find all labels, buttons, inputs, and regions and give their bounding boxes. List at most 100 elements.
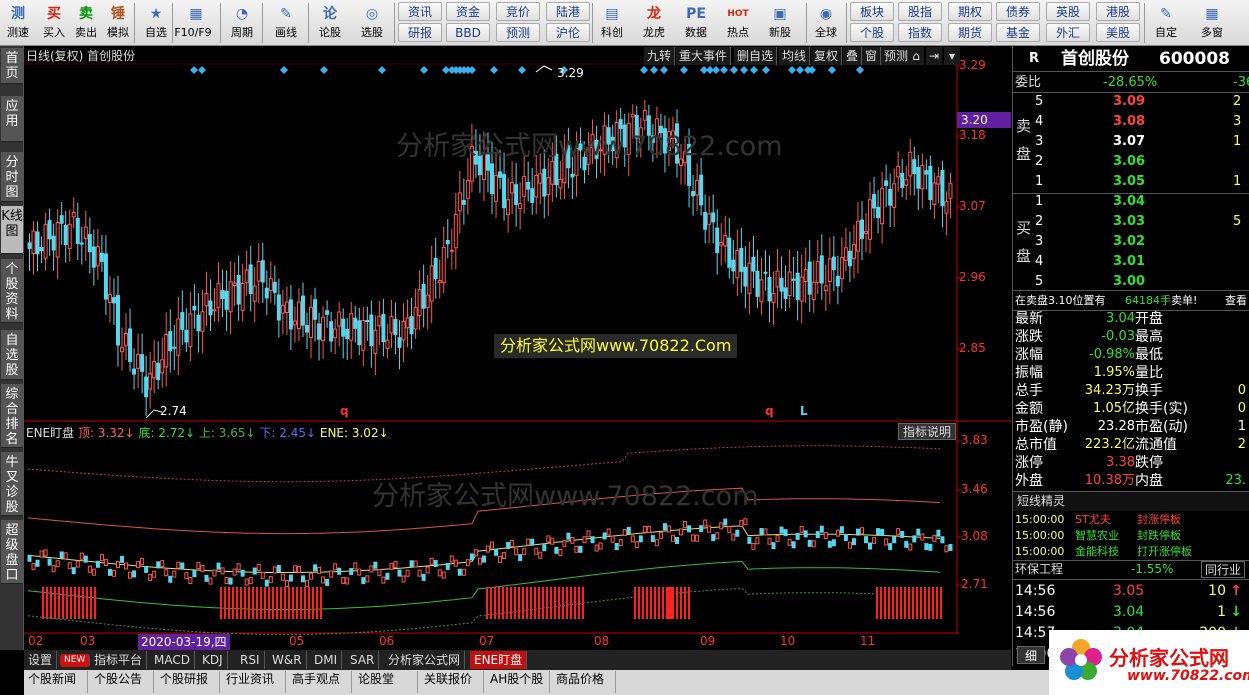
kline-chart-area[interactable]: 日线(复权) 首创股份 九转 重大事件 删自选 均线 复权叠窗预测 ⌂ ⇥ ▾ 分析家公式网w… <box>24 46 1011 650</box>
indicator-tab-1[interactable]: NEW <box>60 654 91 667</box>
chart-button-2[interactable]: 删自选 <box>734 47 778 65</box>
chart-button-0[interactable]: 九转 <box>644 47 676 65</box>
sell-row-4[interactable]: 1 3.05 1 <box>1013 172 1249 191</box>
mini-candle-93 <box>401 575 406 583</box>
test-button[interactable]: 测测速 <box>2 2 34 44</box>
left-tab-5[interactable]: 自选股 <box>1 330 23 380</box>
news-tab-1[interactable]: 个股公告 <box>90 671 154 693</box>
mini-candle-48 <box>220 567 225 575</box>
left-tab-7[interactable]: 牛叉诊股 <box>1 452 23 516</box>
buy-row-0[interactable]: 1 3.04 <box>1013 192 1249 211</box>
quick-button-1[interactable]: 资金 <box>446 2 490 21</box>
left-tab-4[interactable]: 个股资料 <box>1 259 23 323</box>
left-tab-6[interactable]: 综合排名 <box>1 384 23 448</box>
indicator-tab-4[interactable]: KDJ <box>198 651 228 669</box>
quick-button-4[interactable]: 研报 <box>398 23 442 42</box>
news-tab-3[interactable]: 行业资讯 <box>222 671 286 693</box>
indicator-tab-8[interactable]: SAR <box>346 651 380 669</box>
chart-button-5[interactable]: 叠 <box>843 47 863 65</box>
buy-row-2[interactable]: 3 3.02 <box>1013 232 1249 251</box>
menu-icon[interactable]: ▾ <box>944 47 960 65</box>
sell-row-3[interactable]: 2 3.06 <box>1013 152 1249 171</box>
multiwin-button[interactable]: ▦ 多窗 <box>1196 2 1228 44</box>
quick-button-2[interactable]: 竞价 <box>496 2 540 21</box>
quick-button-18[interactable]: 外汇 <box>1046 23 1090 42</box>
quick-button-5[interactable]: BBD <box>446 23 490 42</box>
news-tab-4[interactable]: 高手观点 <box>288 671 352 693</box>
news-tab-2[interactable]: 个股研报 <box>156 671 220 693</box>
quick-button-6[interactable]: 预测 <box>496 23 540 42</box>
left-tab-8[interactable]: 超级盘口 <box>1 520 23 584</box>
sell-button[interactable]: 卖卖出 <box>70 2 102 44</box>
quick-button-8[interactable]: 板块 <box>850 2 894 21</box>
buy-button[interactable]: 买买入 <box>38 2 70 44</box>
kechuang-button[interactable]: ▤ 科创 <box>596 2 628 44</box>
mini-candle-142 <box>598 542 603 550</box>
quick-button-16[interactable]: 期货 <box>948 23 992 42</box>
same-industry-button[interactable]: 同行业 <box>1201 561 1246 578</box>
notice-view-button[interactable]: 查看 <box>1225 291 1247 310</box>
pick-button[interactable]: ◎ 选股 <box>356 2 388 44</box>
buy-row-1[interactable]: 2 3.03 5 <box>1013 212 1249 231</box>
short-sprite-item-0[interactable]: 15:00:00 ST尤夫 封涨停板 <box>1013 512 1249 528</box>
global-button[interactable]: ◉ 全球 <box>810 2 842 44</box>
xinwen-button[interactable]: ▣ 新股 <box>764 2 796 44</box>
news-tab-0[interactable]: 个股新闻 <box>24 671 88 693</box>
short-sprite-item-2[interactable]: 15:00:00 金能科技 打开涨停板 <box>1013 544 1249 560</box>
quick-button-17[interactable]: 基金 <box>996 23 1040 42</box>
news-tab-5[interactable]: 论股堂 <box>354 671 418 693</box>
indicator-tab-2[interactable]: 指标平台 <box>90 651 148 669</box>
chart-button-4[interactable]: 复权 <box>811 47 843 65</box>
indicator-tab-9[interactable]: 分析家公式网 <box>384 651 466 669</box>
left-tab-1[interactable]: 应用 <box>1 96 23 142</box>
fav-button[interactable]: ★ 自选 <box>140 2 172 44</box>
left-tab-3[interactable]: K线图 <box>1 206 23 254</box>
sell-row-1[interactable]: 4 3.08 3 <box>1013 112 1249 131</box>
indicator-tab-7[interactable]: DMI <box>310 651 343 669</box>
data-button[interactable]: PE 数据 <box>680 2 712 44</box>
period-button[interactable]: ◔ 周期 <box>226 2 258 44</box>
quick-button-7[interactable]: 沪伦 <box>546 23 590 42</box>
buy-row-3[interactable]: 4 3.01 <box>1013 252 1249 271</box>
news-tab-6[interactable]: 关联报价 <box>420 671 484 693</box>
draw-button[interactable]: ✎ 画线 <box>270 2 302 44</box>
news-tab-8[interactable]: 商品价格 <box>552 671 616 693</box>
left-tab-2[interactable]: 分时图 <box>1 152 23 202</box>
quick-button-10[interactable]: 期权 <box>948 2 992 21</box>
buy-row-4[interactable]: 5 3.00 <box>1013 272 1249 291</box>
chart-button-3[interactable]: 均线 <box>779 47 811 65</box>
detail-button[interactable]: 细 <box>1017 646 1045 664</box>
custom-button[interactable]: ✎ 自定 <box>1150 2 1182 44</box>
sim-button[interactable]: 锤模拟 <box>102 2 134 44</box>
lungu-button[interactable]: 论论股 <box>314 2 346 44</box>
quick-button-19[interactable]: 美股 <box>1096 23 1140 42</box>
f10-button[interactable]: ▦ F10/F9 <box>174 2 212 44</box>
news-tab-7[interactable]: AH股个股 <box>486 671 550 693</box>
mini-candle-193 <box>803 530 808 538</box>
longhu-button[interactable]: 龙龙虎 <box>638 2 670 44</box>
quick-button-9[interactable]: 股指 <box>898 2 942 21</box>
sell-row-2[interactable]: 3 3.07 1 <box>1013 132 1249 151</box>
indicator-tab-10[interactable]: ENE盯盘 <box>470 651 528 669</box>
quick-button-14[interactable]: 个股 <box>850 23 894 42</box>
sell-row-0[interactable]: 5 3.09 2 <box>1013 92 1249 111</box>
quick-button-13[interactable]: 港股 <box>1096 2 1140 21</box>
left-tab-0[interactable]: 首页 <box>1 48 23 84</box>
indicator-tab-3[interactable]: MACD <box>150 651 195 669</box>
chart-button-6[interactable]: 窗 <box>862 47 882 65</box>
indicator-tab-0[interactable]: 设置 <box>24 651 58 669</box>
quick-button-12[interactable]: 英股 <box>1046 2 1090 21</box>
quick-button-15[interactable]: 指数 <box>898 23 942 42</box>
quick-button-3[interactable]: 陆港 <box>546 2 590 21</box>
exit-icon[interactable]: ⇥ <box>926 47 942 65</box>
hot-button[interactable]: HOT 热点 <box>722 2 754 44</box>
short-sprite-item-1[interactable]: 15:00:00 智慧农业 封跌停板 <box>1013 528 1249 544</box>
indicator-tab-5[interactable]: RSI <box>236 651 265 669</box>
quick-button-11[interactable]: 债券 <box>996 2 1040 21</box>
indicator-tab-6[interactable]: W&R <box>268 651 307 669</box>
indicator-explain-button[interactable]: 指标说明 <box>898 423 957 440</box>
chart-button-1[interactable]: 重大事件 <box>676 47 732 65</box>
quick-button-0[interactable]: 资讯 <box>398 2 442 21</box>
big-order-notice[interactable]: 在卖盘3.10位置有 64184手 卖单! 查看 <box>1013 291 1249 310</box>
lock-icon[interactable]: ⌂ <box>908 47 924 65</box>
